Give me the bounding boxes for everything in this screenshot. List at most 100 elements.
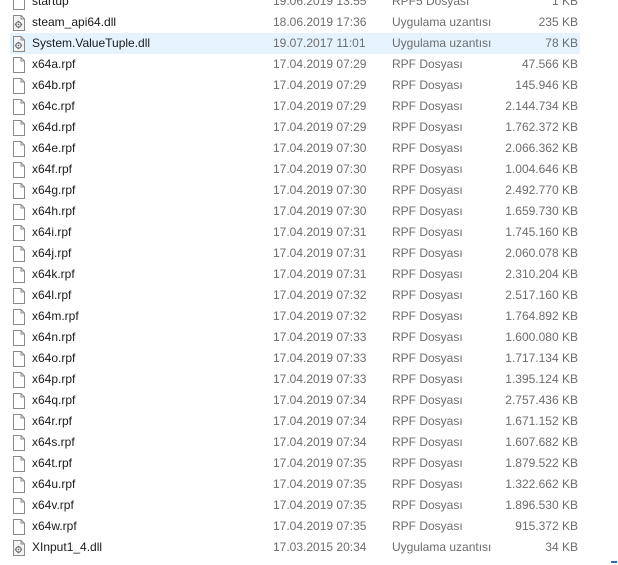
file-row[interactable]: x64n.rpf 17.04.2019 07:33 RPF Dosyası 1.600…	[0, 327, 618, 348]
file-size: 78 KB	[545, 36, 578, 50]
file-type: RPF Dosyası	[392, 162, 463, 176]
file-name: x64o.rpf	[32, 351, 76, 365]
file-type: RPF Dosyası	[392, 393, 463, 407]
file-row[interactable]: x64j.rpf 17.04.2019 07:31 RPF Dosyası 2.060…	[0, 243, 618, 264]
file-date-modified: 17.04.2019 07:29	[273, 99, 367, 113]
file-date-modified: 17.04.2019 07:29	[273, 120, 367, 134]
file-row[interactable]: x64w.rpf 17.04.2019 07:35 RPF Dosyası 915.3…	[0, 516, 618, 537]
file-size: 1 KB	[551, 0, 578, 8]
rpf-file-icon	[12, 519, 26, 535]
file-name: x64w.rpf	[32, 519, 77, 533]
file-size: 1.004.646 KB	[505, 162, 578, 176]
rpf-file-icon	[12, 414, 26, 430]
rpf-file-icon	[12, 435, 26, 451]
scroll-corner-mark	[611, 561, 617, 563]
file-row[interactable]: x64o.rpf 17.04.2019 07:33 RPF Dosyası 1.717…	[0, 348, 618, 369]
file-date-modified: 19.07.2017 11:01	[273, 36, 366, 50]
file-name: x64c.rpf	[32, 99, 75, 113]
rpf-file-icon	[12, 246, 26, 262]
file-date-modified: 17.03.2015 20:34	[273, 540, 367, 554]
rpf-file-icon	[12, 162, 26, 178]
file-type: RPF Dosyası	[392, 330, 463, 344]
file-date-modified: 17.04.2019 07:31	[273, 267, 367, 281]
file-type: RPF Dosyası	[392, 372, 463, 386]
rpf-file-icon	[12, 99, 26, 115]
file-date-modified: 19.06.2019 13:55	[273, 0, 367, 8]
file-name: x64r.rpf	[32, 414, 73, 428]
rpf-file-icon	[12, 0, 26, 10]
file-row[interactable]: x64t.rpf 17.04.2019 07:35 RPF Dosyası 1.879…	[0, 453, 618, 474]
file-type: RPF Dosyası	[392, 246, 463, 260]
file-row[interactable]: x64d.rpf 17.04.2019 07:29 RPF Dosyası 1.762…	[0, 117, 618, 138]
file-type: RPF Dosyası	[392, 288, 463, 302]
file-size: 1.600.080 KB	[505, 330, 578, 344]
file-row[interactable]: x64g.rpf 17.04.2019 07:30 RPF Dosyası 2.492…	[0, 180, 618, 201]
file-name: x64q.rpf	[32, 393, 76, 407]
file-size: 2.066.362 KB	[505, 141, 578, 155]
file-name: steam_api64.dll	[32, 15, 117, 29]
file-date-modified: 17.04.2019 07:35	[273, 498, 367, 512]
file-date-modified: 17.04.2019 07:30	[273, 183, 367, 197]
file-row[interactable]: x64f.rpf 17.04.2019 07:30 RPF Dosyası 1.004…	[0, 159, 618, 180]
file-row[interactable]: x64u.rpf 17.04.2019 07:35 RPF Dosyası 1.322…	[0, 474, 618, 495]
file-size: 1.607.682 KB	[505, 435, 578, 449]
file-row[interactable]: startup 19.06.2019 13:55 RPF5 Dosyası 1 KB	[0, 0, 618, 12]
file-size: 34 KB	[545, 540, 578, 554]
file-type: RPF Dosyası	[392, 204, 463, 218]
file-size: 1.762.372 KB	[505, 120, 578, 134]
file-type: RPF Dosyası	[392, 456, 463, 470]
file-date-modified: 17.04.2019 07:32	[273, 288, 367, 302]
file-size: 1.322.662 KB	[505, 477, 578, 491]
file-row[interactable]: XInput1_4.dll 17.03.2015 20:34 Uygulama uz…	[0, 537, 618, 558]
file-row[interactable]: x64p.rpf 17.04.2019 07:33 RPF Dosyası 1.395…	[0, 369, 618, 390]
file-type: RPF Dosyası	[392, 57, 463, 71]
file-row[interactable]: x64c.rpf 17.04.2019 07:29 RPF Dosyası 2.144…	[0, 96, 618, 117]
file-row[interactable]: x64a.rpf 17.04.2019 07:29 RPF Dosyası 47.56…	[0, 54, 618, 75]
file-row[interactable]: x64b.rpf 17.04.2019 07:29 RPF Dosyası 145.9…	[0, 75, 618, 96]
file-row[interactable]: x64i.rpf 17.04.2019 07:31 RPF Dosyası 1.745…	[0, 222, 618, 243]
file-name: x64i.rpf	[32, 225, 72, 239]
file-row[interactable]: x64h.rpf 17.04.2019 07:30 RPF Dosyası 1.659…	[0, 201, 618, 222]
file-name: x64u.rpf	[32, 477, 76, 491]
file-size: 1.764.892 KB	[505, 309, 578, 323]
file-type: RPF5 Dosyası	[392, 0, 470, 8]
file-date-modified: 17.04.2019 07:35	[273, 456, 367, 470]
rpf-file-icon	[12, 183, 26, 199]
file-row[interactable]: x64r.rpf 17.04.2019 07:34 RPF Dosyası 1.671…	[0, 411, 618, 432]
rpf-file-icon	[12, 267, 26, 283]
rpf-file-icon	[12, 204, 26, 220]
file-name: x64m.rpf	[32, 309, 79, 323]
file-size: 1.879.522 KB	[505, 456, 578, 470]
file-size: 2.517.160 KB	[505, 288, 578, 302]
file-row[interactable]: x64q.rpf 17.04.2019 07:34 RPF Dosyası 2.757…	[0, 390, 618, 411]
file-name: x64k.rpf	[32, 267, 75, 281]
file-type: Uygulama uzantısı	[392, 540, 492, 554]
file-name: System.ValueTuple.dll	[32, 36, 151, 50]
file-size: 2.060.078 KB	[505, 246, 578, 260]
file-date-modified: 17.04.2019 07:33	[273, 351, 367, 365]
file-name: x64a.rpf	[32, 57, 76, 71]
file-row[interactable]: x64s.rpf 17.04.2019 07:34 RPF Dosyası 1.607…	[0, 432, 618, 453]
file-row[interactable]: System.ValueTuple.dll 19.07.2017 11:01 Uyg…	[0, 33, 618, 54]
file-date-modified: 17.04.2019 07:31	[273, 246, 367, 260]
file-row[interactable]: x64v.rpf 17.04.2019 07:35 RPF Dosyası 1.896…	[0, 495, 618, 516]
file-row[interactable]: x64k.rpf 17.04.2019 07:31 RPF Dosyası 2.310…	[0, 264, 618, 285]
file-type: RPF Dosyası	[392, 267, 463, 281]
file-date-modified: 17.04.2019 07:29	[273, 57, 367, 71]
file-type: RPF Dosyası	[392, 351, 463, 365]
dll-file-icon	[12, 36, 26, 52]
file-date-modified: 17.04.2019 07:32	[273, 309, 367, 323]
file-row[interactable]: steam_api64.dll 18.06.2019 17:36 Uygulama …	[0, 12, 618, 33]
file-row[interactable]: x64l.rpf 17.04.2019 07:32 RPF Dosyası 2.517…	[0, 285, 618, 306]
file-row[interactable]: x64m.rpf 17.04.2019 07:32 RPF Dosyası 1.764…	[0, 306, 618, 327]
file-type: RPF Dosyası	[392, 225, 463, 239]
file-name: x64f.rpf	[32, 162, 73, 176]
file-size: 915.372 KB	[515, 519, 578, 533]
rpf-file-icon	[12, 57, 26, 73]
file-size: 2.757.436 KB	[505, 393, 578, 407]
file-name: x64l.rpf	[32, 288, 72, 302]
rpf-file-icon	[12, 477, 26, 493]
file-row[interactable]: x64e.rpf 17.04.2019 07:30 RPF Dosyası 2.066…	[0, 138, 618, 159]
file-name: x64g.rpf	[32, 183, 76, 197]
rpf-file-icon	[12, 372, 26, 388]
